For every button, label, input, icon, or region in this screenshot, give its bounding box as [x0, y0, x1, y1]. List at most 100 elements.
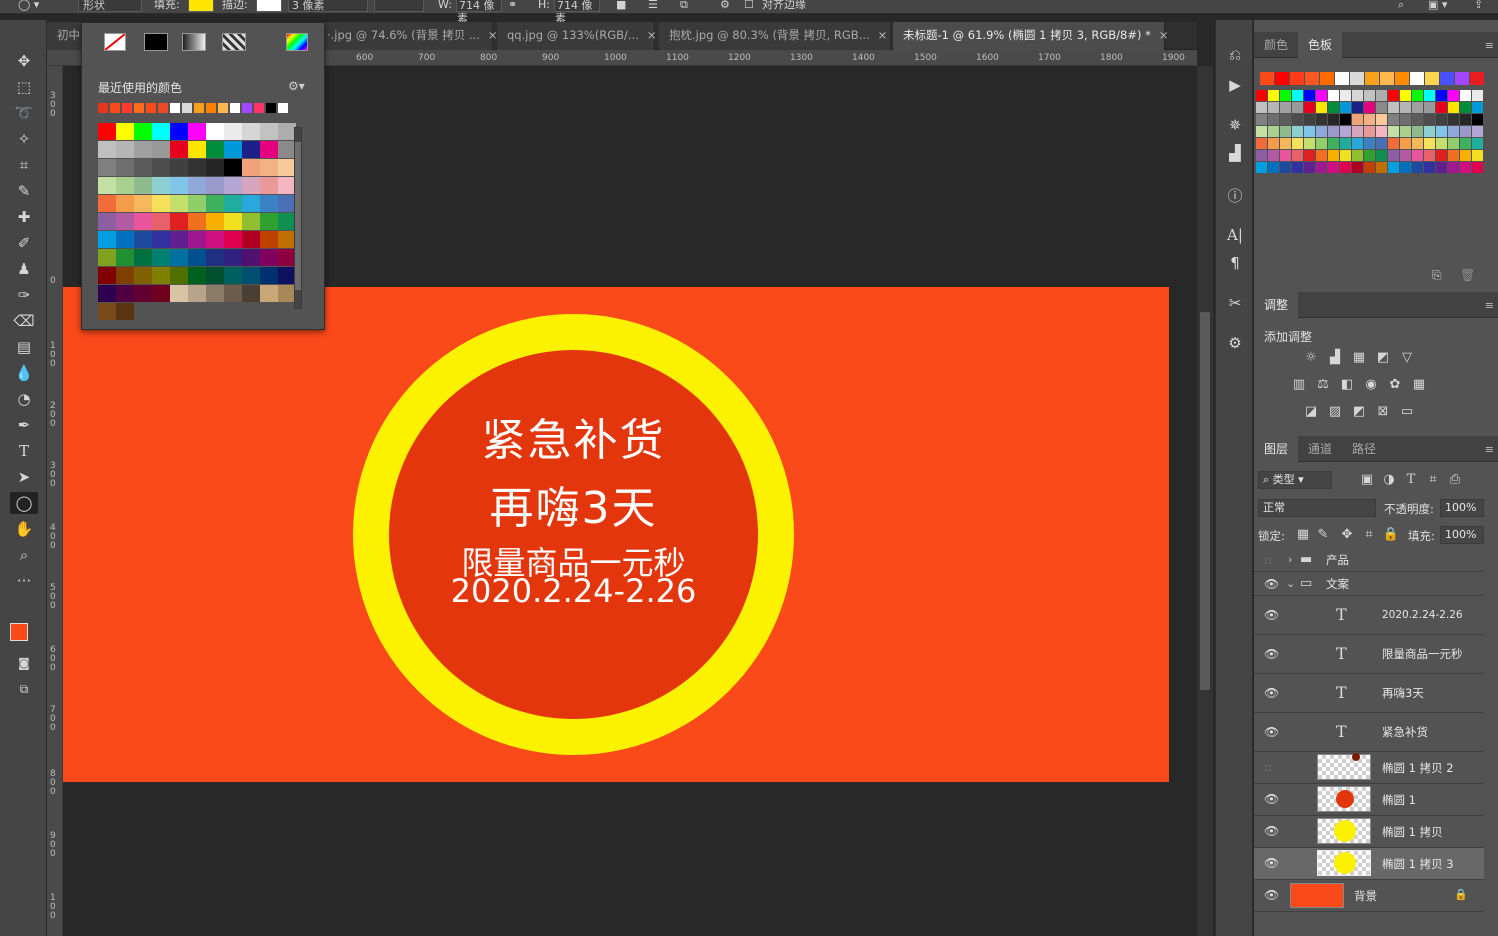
color-swatch[interactable]: [224, 249, 242, 266]
gradient-map-icon[interactable]: ▭: [1398, 404, 1416, 420]
tab-adjustments[interactable]: 调整: [1254, 292, 1299, 318]
gradient-tool-icon[interactable]: ▤: [10, 336, 38, 358]
panel-swatch[interactable]: [1328, 162, 1339, 173]
color-swatch[interactable]: [188, 195, 206, 212]
panel-menu-icon[interactable]: ≡: [1485, 39, 1494, 52]
panel-menu-icon[interactable]: ≡: [1485, 443, 1494, 456]
color-swatch[interactable]: [152, 159, 170, 176]
zoom-tool-icon[interactable]: ⌕: [10, 544, 38, 566]
tab-doc-2[interactable]: ·.jpg @ 74.6% (背景 拷贝 ... ×: [317, 22, 498, 50]
color-swatch[interactable]: [116, 195, 134, 212]
eye-icon[interactable]: 👁: [1264, 793, 1279, 805]
marquee-tool-icon[interactable]: ⬚: [10, 76, 38, 98]
color-swatch[interactable]: [98, 285, 116, 302]
pen-tool-icon[interactable]: ✒: [10, 414, 38, 436]
gear-icon[interactable]: ⚙▾: [288, 79, 305, 93]
recent-color-swatch[interactable]: [170, 103, 180, 113]
panel-swatch[interactable]: [1424, 90, 1435, 101]
color-swatch[interactable]: [224, 267, 242, 284]
color-swatch[interactable]: [134, 141, 152, 158]
panel-swatch[interactable]: [1436, 114, 1447, 125]
recent-color-swatch[interactable]: [254, 103, 264, 113]
color-swatch[interactable]: [206, 213, 224, 230]
panel-swatch[interactable]: [1412, 150, 1423, 161]
eye-icon[interactable]: 👁: [1264, 857, 1279, 869]
panel-swatch[interactable]: [1316, 126, 1327, 137]
color-swatch[interactable]: [152, 213, 170, 230]
color-swatch[interactable]: [260, 213, 278, 230]
color-swatch[interactable]: [170, 141, 188, 158]
color-swatch[interactable]: [170, 213, 188, 230]
channel-mixer-icon[interactable]: ✿: [1386, 377, 1404, 393]
chevron-right-icon[interactable]: ›: [1288, 553, 1292, 566]
scrollbar-thumb[interactable]: [1200, 312, 1210, 690]
color-swatch[interactable]: [188, 267, 206, 284]
panel-swatch[interactable]: [1316, 114, 1327, 125]
recent-color-swatch[interactable]: [266, 103, 276, 113]
panel-swatch[interactable]: [1280, 162, 1291, 173]
gradient-icon[interactable]: [182, 33, 206, 51]
lock-artboard-icon[interactable]: ⌗: [1360, 527, 1378, 543]
filter-smart-icon[interactable]: ⎙: [1446, 472, 1464, 488]
layer-text-promo[interactable]: 👁 T 限量商品一元秒: [1254, 635, 1484, 674]
panel-swatch[interactable]: [1268, 162, 1279, 173]
color-swatch[interactable]: [188, 249, 206, 266]
layer-ellipse-copy-2[interactable]: ▫ 椭圆 1 拷贝 2: [1254, 752, 1484, 784]
layer-text-subline[interactable]: 👁 T 再嗨3天: [1254, 674, 1484, 713]
stroke-color-swatch[interactable]: [256, 0, 282, 12]
color-swatch[interactable]: [116, 285, 134, 302]
panel-swatch[interactable]: [1292, 150, 1303, 161]
panel-swatch[interactable]: [1340, 138, 1351, 149]
tab-color[interactable]: 颜色: [1254, 32, 1298, 58]
panel-swatch[interactable]: [1256, 102, 1267, 113]
panel-swatch[interactable]: [1280, 90, 1291, 101]
eye-icon[interactable]: 👁: [1264, 648, 1279, 660]
color-swatch[interactable]: [206, 249, 224, 266]
color-swatch[interactable]: [260, 159, 278, 176]
color-swatch[interactable]: [134, 123, 152, 140]
panel-swatch[interactable]: [1400, 138, 1411, 149]
panel-swatch[interactable]: [1472, 102, 1483, 113]
panel-swatch[interactable]: [1340, 162, 1351, 173]
panel-swatch[interactable]: [1448, 90, 1459, 101]
panel-swatch[interactable]: [1364, 126, 1375, 137]
history-brush-tool-icon[interactable]: ✑: [10, 284, 38, 306]
panel-swatch[interactable]: [1364, 162, 1375, 173]
panel-swatch[interactable]: [1292, 114, 1303, 125]
eraser-tool-icon[interactable]: ⌫: [10, 310, 38, 332]
layer-ellipse-1[interactable]: 👁 椭圆 1: [1254, 784, 1484, 816]
recent-color-swatch[interactable]: [194, 103, 204, 113]
recent-color-swatch[interactable]: [218, 103, 228, 113]
panel-swatch[interactable]: [1328, 114, 1339, 125]
color-swatch[interactable]: [98, 159, 116, 176]
recent-color-swatch[interactable]: [122, 103, 132, 113]
hand-tool-icon[interactable]: ✋: [10, 518, 38, 540]
recent-color-swatch[interactable]: [230, 103, 240, 113]
color-swatch[interactable]: [134, 249, 152, 266]
panel-swatch[interactable]: [1410, 72, 1424, 85]
color-swatch[interactable]: [242, 267, 260, 284]
panel-swatch[interactable]: [1460, 90, 1471, 101]
panel-swatch[interactable]: [1280, 114, 1291, 125]
path-align-icon[interactable]: ☰: [648, 0, 658, 12]
panel-swatch[interactable]: [1352, 102, 1363, 113]
color-swatch[interactable]: [170, 249, 188, 266]
panel-swatch[interactable]: [1412, 162, 1423, 173]
recent-color-swatch[interactable]: [134, 103, 144, 113]
tab-doc-4[interactable]: 抱枕.jpg @ 80.3% (背景 拷贝, RGB... ×: [659, 22, 891, 50]
panel-swatch[interactable]: [1340, 102, 1351, 113]
color-swatch[interactable]: [116, 159, 134, 176]
panel-swatch[interactable]: [1328, 126, 1339, 137]
filter-pixel-icon[interactable]: ▣: [1358, 472, 1376, 488]
panel-swatch[interactable]: [1268, 126, 1279, 137]
character-icon[interactable]: A|: [1224, 224, 1246, 246]
color-swatch[interactable]: [224, 285, 242, 302]
panel-swatch[interactable]: [1436, 138, 1447, 149]
vibrance-icon[interactable]: ▽: [1398, 350, 1416, 366]
black-white-icon[interactable]: ◧: [1338, 377, 1356, 393]
panel-swatch[interactable]: [1320, 72, 1334, 85]
panel-swatch[interactable]: [1460, 138, 1471, 149]
panel-swatch[interactable]: [1292, 162, 1303, 173]
tab-doc-active[interactable]: 未标题-1 @ 61.9% (椭圆 1 拷贝 3, RGB/8#) * ×: [893, 22, 1169, 50]
panel-swatch[interactable]: [1424, 150, 1435, 161]
